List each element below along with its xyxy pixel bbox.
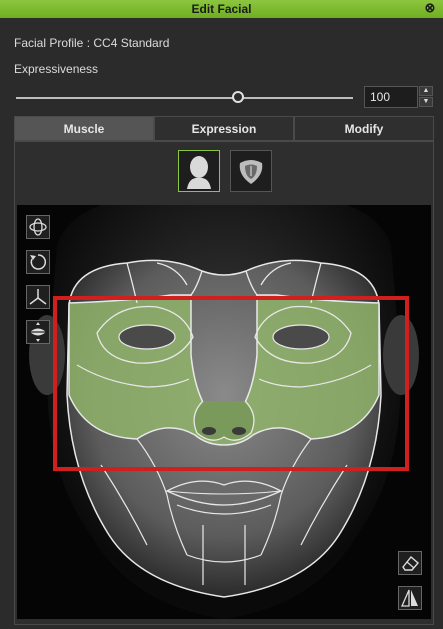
tab-modify[interactable]: Modify (294, 116, 434, 141)
move-axes-icon (29, 289, 47, 305)
facial-profile-label: Facial Profile : CC4 Standard (14, 36, 170, 50)
eraser-icon (402, 555, 419, 571)
head-mode-button[interactable] (178, 150, 220, 192)
eraser-tool-button[interactable] (398, 551, 422, 575)
expressiveness-label: Expressiveness (14, 62, 99, 76)
face-model (29, 205, 419, 619)
expressiveness-slider-thumb[interactable] (232, 91, 244, 103)
move-tool-button[interactable] (26, 285, 50, 309)
expressiveness-slider[interactable] (16, 97, 353, 99)
head-icon (187, 156, 211, 189)
orbit-icon (29, 218, 47, 236)
mirror-tool-button[interactable] (398, 586, 422, 610)
rotate-icon (30, 254, 47, 270)
tab-bar: Muscle Expression Modify (14, 116, 434, 141)
close-circle-icon[interactable]: ⊗ (423, 1, 437, 15)
window-title: Edit Facial (191, 2, 252, 16)
mirror-icon (401, 589, 418, 607)
rotate-tool-button[interactable] (26, 250, 50, 274)
face-viewport[interactable] (17, 205, 431, 619)
tongue-mode-button[interactable] (230, 150, 272, 192)
title-bar: Edit Facial ⊗ (0, 0, 443, 18)
orbit-tool-button[interactable] (26, 215, 50, 239)
tongue-icon (239, 160, 263, 184)
spin-up-button[interactable]: ▲ (419, 86, 433, 96)
spin-down-button[interactable]: ▼ (419, 97, 433, 107)
tab-expression[interactable]: Expression (154, 116, 294, 141)
mouth-icon (30, 322, 46, 342)
expressiveness-value-input[interactable]: 100 (364, 86, 418, 108)
mouth-tool-button[interactable] (26, 320, 50, 344)
tab-muscle[interactable]: Muscle (14, 116, 154, 141)
